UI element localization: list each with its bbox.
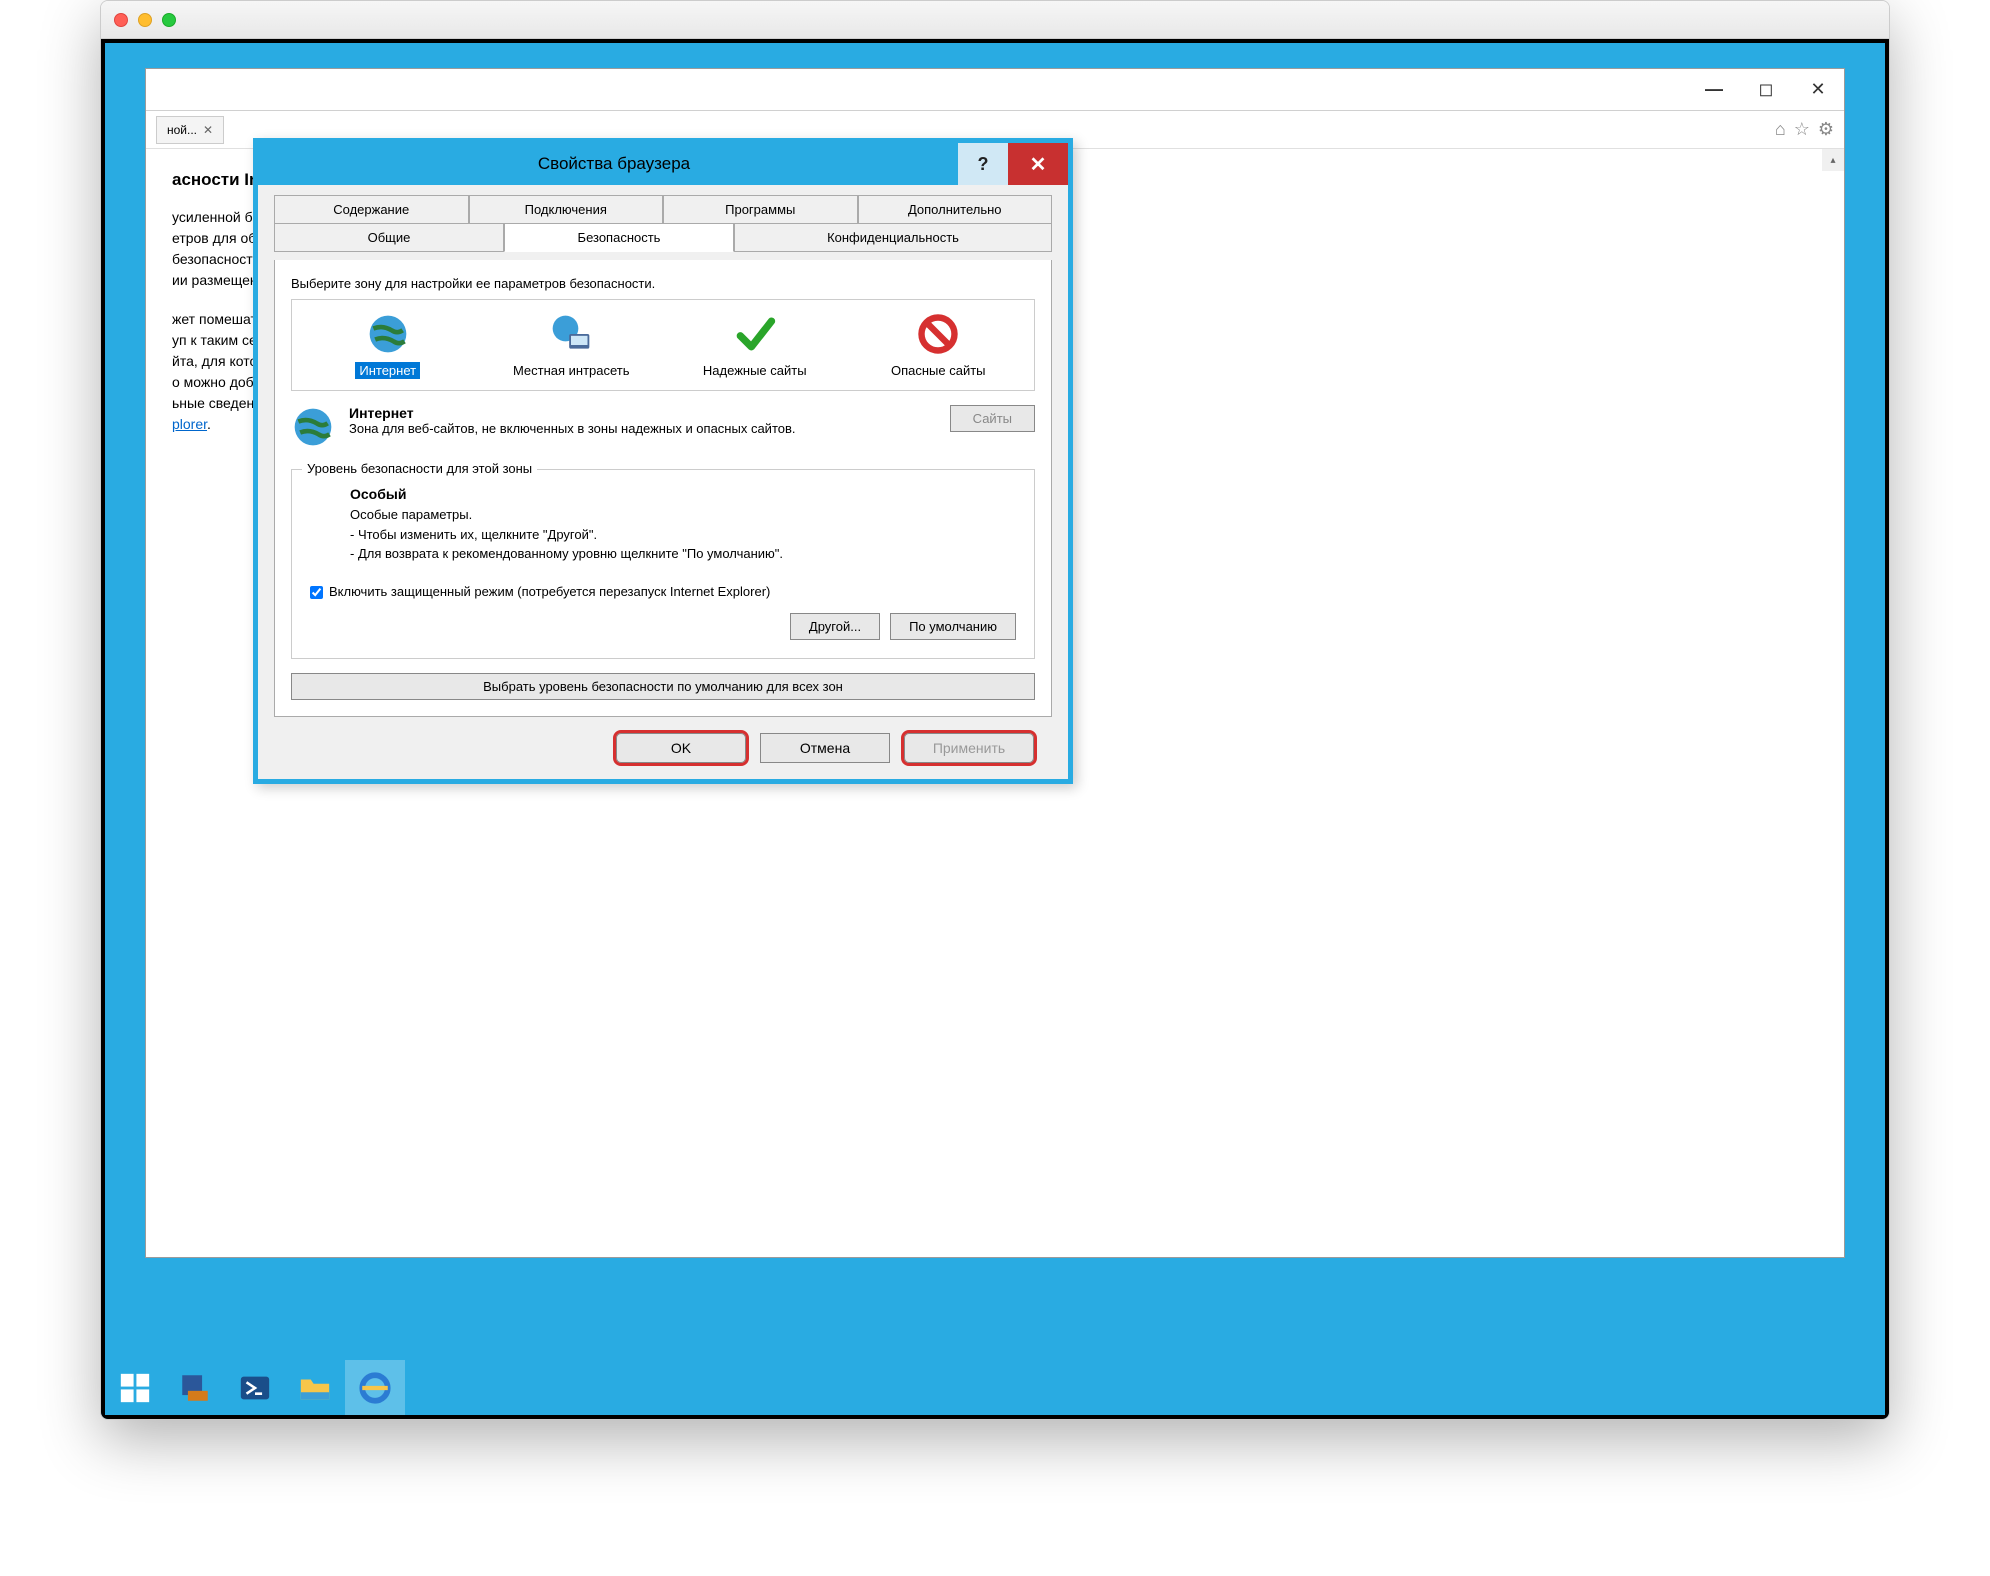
mac-minimize-button[interactable]: [138, 13, 152, 27]
globe-icon: [366, 312, 410, 356]
level-description: Особый Особые параметры. - Чтобы изменит…: [350, 484, 1016, 564]
zone-intranet[interactable]: Местная интрасеть: [480, 308, 664, 382]
custom-level-button[interactable]: Другой...: [790, 613, 880, 640]
dialog-help-button[interactable]: ?: [958, 143, 1008, 185]
tab-security[interactable]: Безопасность: [504, 223, 734, 252]
favorites-icon[interactable]: ☆: [1794, 119, 1810, 140]
tab-privacy[interactable]: Конфиденциальность: [734, 223, 1052, 252]
gear-icon[interactable]: ⚙: [1818, 119, 1834, 140]
protected-mode-row[interactable]: Включить защищенный режим (потребуется п…: [310, 584, 1016, 599]
zone-info: Интернет Зона для веб-сайтов, не включен…: [291, 405, 1035, 449]
ie-icon: [358, 1371, 392, 1405]
zone-label: Интернет: [355, 362, 420, 379]
dialog-footer: OK Отмена Применить: [274, 717, 1052, 763]
security-level-group: Уровень безопасности для этой зоны Особы…: [291, 469, 1035, 659]
ie-tab[interactable]: ной... ✕: [156, 116, 224, 144]
taskbar-server-manager[interactable]: [165, 1360, 225, 1415]
zone-info-name: Интернет: [349, 405, 414, 421]
globe-icon: [291, 405, 335, 449]
ok-button[interactable]: OK: [616, 733, 746, 763]
security-tab-panel: Выберите зону для настройки ее параметро…: [274, 260, 1052, 717]
dialog-tabs: Содержание Подключения Программы Дополни…: [274, 195, 1052, 252]
dialog-close-button[interactable]: ✕: [1008, 143, 1068, 185]
home-icon[interactable]: ⌂: [1775, 119, 1786, 140]
zone-list: Интернет Местная интрасеть Надежные сайт…: [291, 299, 1035, 391]
zone-info-desc: Зона для веб-сайтов, не включенных в зон…: [349, 421, 796, 436]
default-level-button[interactable]: По умолчанию: [890, 613, 1016, 640]
cancel-button[interactable]: Отмена: [760, 733, 890, 763]
zone-label: Местная интрасеть: [482, 363, 662, 378]
ie-close-button[interactable]: ✕: [1792, 69, 1844, 110]
mac-close-button[interactable]: [114, 13, 128, 27]
ie-tab-close-icon[interactable]: ✕: [203, 123, 213, 137]
tab-programs[interactable]: Программы: [663, 195, 858, 223]
mac-zoom-button[interactable]: [162, 13, 176, 27]
ie-toolbar-icons: ⌂ ☆ ⚙: [1775, 119, 1834, 140]
taskbar-ie[interactable]: [345, 1360, 405, 1415]
taskbar: [105, 1360, 1885, 1415]
sites-button[interactable]: Сайты: [950, 405, 1035, 432]
reset-all-zones-button[interactable]: Выбрать уровень безопасности по умолчани…: [291, 673, 1035, 700]
zone-trusted[interactable]: Надежные сайты: [663, 308, 847, 382]
mac-window: — ◻ ✕ ной... ✕ ⌂ ☆ ⚙ ▴ асности Internet …: [100, 0, 1890, 1420]
taskbar-explorer[interactable]: [285, 1360, 345, 1415]
powershell-icon: [238, 1371, 272, 1405]
level-title: Особый: [350, 486, 406, 502]
mac-titlebar: [101, 1, 1889, 39]
dialog-titlebar[interactable]: Свойства браузера ? ✕: [258, 143, 1068, 185]
scroll-up-icon[interactable]: ▴: [1822, 149, 1844, 171]
zone-prompt: Выберите зону для настройки ее параметро…: [291, 276, 1035, 291]
folder-icon: [298, 1371, 332, 1405]
server-manager-icon: [178, 1371, 212, 1405]
start-button[interactable]: [105, 1360, 165, 1415]
tab-content[interactable]: Содержание: [274, 195, 469, 223]
zone-internet[interactable]: Интернет: [296, 308, 480, 382]
browser-properties-dialog: Свойства браузера ? ✕ Содержание Подключ…: [253, 138, 1073, 784]
zone-label: Надежные сайты: [665, 363, 845, 378]
fieldset-legend: Уровень безопасности для этой зоны: [302, 461, 537, 476]
zone-restricted[interactable]: Опасные сайты: [847, 308, 1031, 382]
forbidden-icon: [916, 312, 960, 356]
check-icon: [733, 312, 777, 356]
apply-button[interactable]: Применить: [904, 733, 1034, 763]
tab-advanced[interactable]: Дополнительно: [858, 195, 1053, 223]
globe-monitor-icon: [549, 312, 593, 356]
taskbar-powershell[interactable]: [225, 1360, 285, 1415]
dialog-title: Свойства браузера: [270, 154, 958, 174]
dialog-body: Содержание Подключения Программы Дополни…: [258, 185, 1068, 779]
tab-connections[interactable]: Подключения: [469, 195, 664, 223]
protected-mode-checkbox[interactable]: [310, 586, 323, 599]
link-manage-cont[interactable]: plorer: [172, 416, 207, 432]
windows-desktop: — ◻ ✕ ной... ✕ ⌂ ☆ ⚙ ▴ асности Internet …: [101, 39, 1889, 1419]
ie-minimize-button[interactable]: —: [1688, 69, 1740, 110]
ie-maximize-button[interactable]: ◻: [1740, 69, 1792, 110]
ie-tab-label: ной...: [167, 123, 197, 137]
windows-logo-icon: [118, 1371, 152, 1405]
ie-titlebar: — ◻ ✕: [146, 69, 1844, 111]
tab-general[interactable]: Общие: [274, 223, 504, 252]
protected-mode-label: Включить защищенный режим (потребуется п…: [329, 584, 770, 599]
zone-label: Опасные сайты: [849, 363, 1029, 378]
